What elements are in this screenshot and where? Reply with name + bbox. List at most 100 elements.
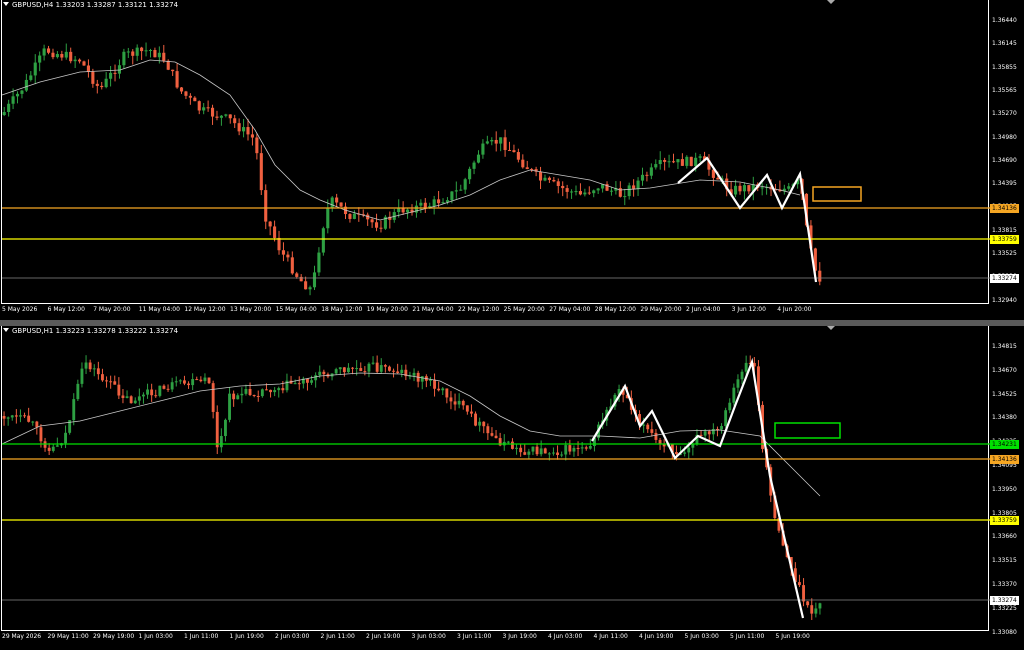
time-tick-label: 2 Jun 19:00 (366, 633, 401, 640)
candle-body (565, 188, 569, 192)
current-price-tag: 1.33274 (990, 274, 1019, 283)
h1-time-axis[interactable]: 29 May 2026 29 May 11:00 29 May 19:00 1 Jun… (0, 633, 990, 647)
candle-body (232, 393, 236, 400)
candle-body (101, 374, 104, 381)
candle-body (179, 87, 184, 92)
candle-body (242, 127, 246, 132)
candle-body (188, 95, 192, 98)
candle-body (818, 603, 822, 609)
candle-body (734, 185, 738, 195)
candle-body (698, 156, 702, 158)
candle-body (481, 143, 485, 155)
candle-body (175, 71, 179, 88)
price-tick-label: 1.34690 (992, 156, 1017, 164)
candle-body (293, 383, 297, 385)
candle-body (322, 371, 326, 375)
candle-body (306, 378, 309, 383)
chart-shift-marker (827, 0, 835, 4)
candle-body (166, 388, 170, 390)
candle-body (658, 160, 662, 165)
candle-body (596, 188, 600, 191)
candle-body (304, 281, 308, 290)
time-tick-label: 25 May 20:00 (503, 306, 545, 313)
candle-body (317, 252, 321, 273)
candle-body (195, 379, 199, 381)
candle-body (122, 51, 126, 66)
candle-body (255, 137, 259, 154)
candle-body (69, 51, 73, 62)
candle-body (219, 115, 223, 118)
candle-body (561, 185, 565, 189)
candle-body (818, 270, 822, 282)
current-price-tag: 1.33274 (990, 596, 1019, 605)
candle-body (441, 388, 445, 391)
time-tick-label: 3 Jun 12:00 (731, 306, 766, 313)
candle-body (654, 432, 658, 440)
dropdown-triangle-icon[interactable] (3, 2, 9, 6)
candle-body (564, 445, 568, 455)
candle-body (178, 380, 182, 382)
candle-body (468, 168, 472, 180)
candle-body (330, 197, 334, 208)
candle-body (281, 250, 286, 255)
candle-body (339, 202, 343, 207)
candle-body (31, 421, 35, 423)
candle-body (277, 237, 281, 251)
candle-body (642, 424, 646, 426)
candle-body (732, 387, 736, 403)
time-tick-label: 11 May 04:00 (138, 306, 180, 313)
candle-body (663, 160, 667, 162)
candle-body (286, 254, 290, 258)
candle-body (137, 396, 141, 401)
candle-body (461, 400, 465, 406)
candle-body (170, 382, 174, 390)
candle-body (215, 411, 219, 448)
candle-body (187, 383, 190, 386)
candle-body (207, 377, 211, 384)
h4-time-axis[interactable]: 5 May 2026 6 May 12:00 7 May 20:00 11 May 0… (0, 306, 990, 320)
candle-body (441, 202, 445, 204)
candle-body (506, 441, 510, 443)
price-tick-label: 1.33080 (992, 628, 1017, 636)
h1-chart-panel[interactable]: GBPUSD,H1 1.33223 1.33278 1.33222 1.3327… (0, 326, 1024, 650)
candle-body (197, 101, 201, 111)
candle-body (787, 186, 791, 189)
time-tick-label: 29 May 2026 (2, 633, 42, 640)
candle-body (543, 177, 547, 181)
time-tick-label: 5 Jun 03:00 (684, 633, 719, 640)
candle-body (375, 362, 379, 372)
time-tick-label: 12 May 12:00 (184, 306, 226, 313)
candle-body (171, 69, 175, 72)
h4-chart-panel[interactable]: GBPUSD,H4 1.33203 1.33287 1.33121 1.3327… (0, 0, 1024, 320)
candle-body (51, 52, 55, 58)
candle-body (78, 59, 82, 62)
candle-body (219, 436, 223, 448)
candle-body (525, 167, 529, 170)
candle-body (685, 156, 689, 166)
candle-body (814, 608, 818, 614)
time-tick-label: 5 Jun 11:00 (730, 633, 765, 640)
candle-body (250, 134, 254, 138)
candle-body (680, 159, 684, 166)
candle-body (646, 424, 650, 430)
dropdown-triangle-icon[interactable] (3, 328, 9, 332)
price-tick-label: 1.33815 (992, 226, 1017, 234)
candle-body (486, 426, 490, 434)
candle-body (499, 137, 503, 144)
candle-body (420, 376, 424, 382)
candle-body (703, 431, 707, 436)
candle-body (742, 185, 746, 192)
candle-body (806, 601, 810, 606)
candle-body (627, 185, 631, 197)
candle-body (35, 421, 39, 428)
candle-body (578, 191, 582, 195)
h4-chart-title: GBPUSD,H4 1.33203 1.33287 1.33121 1.3327… (3, 1, 178, 9)
green-level-tag: 1.34231 (990, 440, 1019, 449)
candle-body (295, 273, 299, 277)
candle-body (802, 585, 805, 602)
candle-body (453, 401, 457, 405)
candle-body (91, 71, 95, 84)
candle-body (724, 410, 728, 427)
candle-body (535, 446, 539, 455)
candle-body (135, 47, 139, 56)
